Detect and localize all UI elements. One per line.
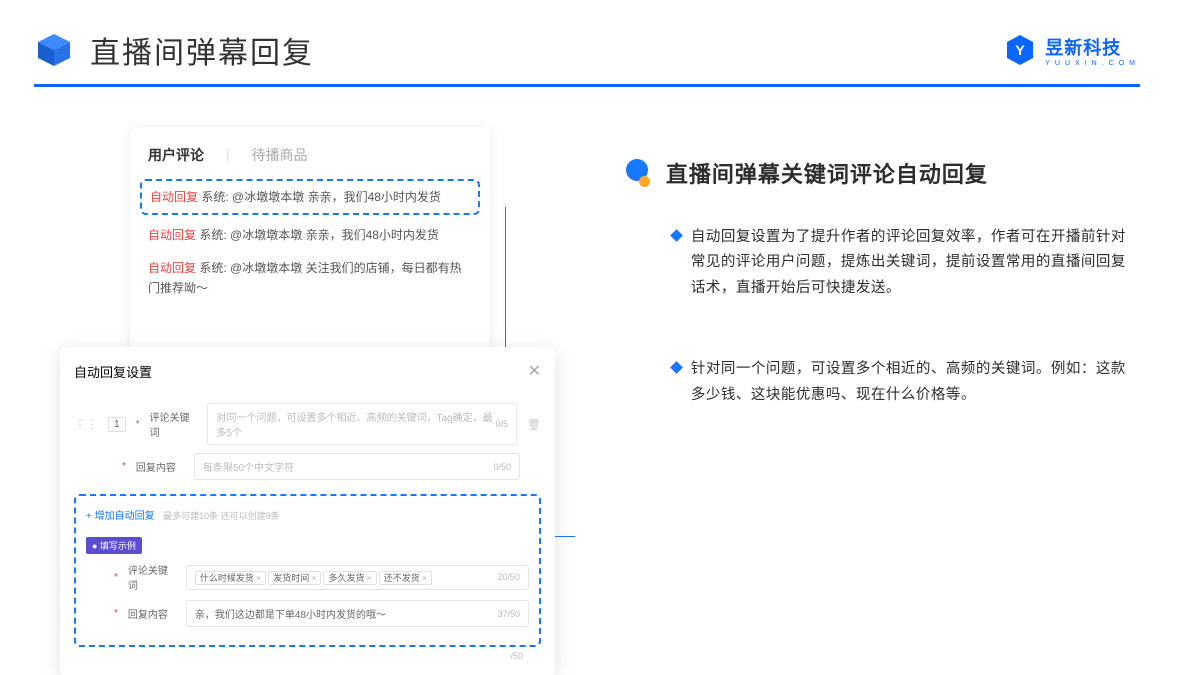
brand-logo: Y 昱新科技 YUUXIN.COM [1003,33,1140,67]
example-keyword-label: 评论关键词 [128,562,176,592]
section-heading: 直播间弹幕关键词评论自动回复 [666,157,988,189]
modal-title: 自动回复设置 [74,362,152,381]
logo-text: 昱新科技 [1045,34,1140,60]
required-dot: * [136,419,140,430]
autoreply-tag: 自动回复 [148,261,196,275]
keyword-tag[interactable]: 什么时候发货× [195,571,266,585]
section-blob-icon [626,159,654,187]
tab-separator: | [226,145,230,165]
bullet-text: 自动回复设置为了提升作者的评论回复效率，作者可在开播前针对常见的评论用户问题，提… [691,225,1140,301]
logo-sub: YUUXIN.COM [1045,60,1140,67]
autoreply-settings-modal: 自动回复设置 ✕ ⋮⋮ 1 * 评论关键词 对同一个问题，可设置多个相近、高频的… [60,347,555,675]
svg-text:Y: Y [1016,42,1026,58]
comment-row: 自动回复 系统: @冰墩墩本墩 关注我们的店铺，每日都有热门推荐呦～ [148,252,472,305]
bullet-diamond-icon [670,229,683,242]
bullet-diamond-icon [670,361,683,374]
comment-text: 系统: @冰墩墩本墩 关注我们的店铺，每日都有热门推荐呦～ [148,261,462,295]
example-box: + 增加自动回复 最多可建10条 还可以创建9条 ● 填写示例 * 评论关键词 … [74,494,541,647]
drag-handle-icon[interactable]: ⋮⋮ [74,417,98,431]
comment-text: 系统: @冰墩墩本墩 亲亲，我们48小时内发货 [199,228,439,242]
trailing-counter: /50 [74,647,541,661]
rule-number: 1 [108,417,126,432]
autoreply-tag: 自动回复 [148,228,196,242]
autoreply-tag: 自动回复 [150,190,198,204]
delete-icon[interactable]: 🗑 [527,418,541,431]
comment-row: 自动回复 系统: @冰墩墩本墩 亲亲，我们48小时内发货 [148,219,472,251]
page-title: 直播间弹幕回复 [90,28,314,72]
close-icon[interactable]: ✕ [528,361,541,381]
add-hint: 最多可建10条 还可以创建9条 [163,511,280,521]
keyword-input[interactable]: 对同一个问题，可设置多个相近、高频的关键词，Tag确定，最多5个 0/5 [207,403,517,445]
example-keyword-input[interactable]: 什么时候发货×发货时间×多久发货×还不发货× 20/50 [186,565,529,590]
tab-user-comments[interactable]: 用户评论 [148,145,204,165]
keyword-tag[interactable]: 发货时间× [268,571,321,585]
tab-pending-goods[interactable]: 待播商品 [252,145,308,165]
keyword-tag[interactable]: 多久发货× [323,571,376,585]
content-label: 回复内容 [136,459,184,474]
comment-row-highlighted: 自动回复 系统: @冰墩墩本墩 亲亲，我们48小时内发货 [140,179,480,215]
keyword-tag[interactable]: 还不发货× [379,571,432,585]
example-content-input[interactable]: 亲，我们这边都是下单48小时内发货的哦～ 37/50 [186,600,529,627]
example-content-label: 回复内容 [128,606,176,621]
cube-icon [34,30,74,70]
add-autoreply-link[interactable]: + 增加自动回复 [86,507,155,522]
bullet-text: 针对同一个问题，可设置多个相近的、高频的关键词。例如：这款多少钱、这块能优惠吗、… [691,357,1140,408]
keyword-label: 评论关键词 [149,409,197,439]
example-chip: ● 填写示例 [86,537,142,554]
comment-text: 系统: @冰墩墩本墩 亲亲，我们48小时内发货 [201,190,441,204]
content-input[interactable]: 每条限50个中文字符 0/50 [194,453,520,480]
required-dot: * [122,461,126,472]
